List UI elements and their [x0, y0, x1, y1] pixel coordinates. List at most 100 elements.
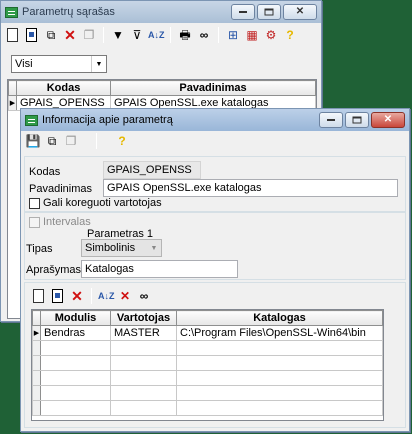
- close-icon: ✕: [383, 114, 393, 125]
- binoculars-icon[interactable]: ∞: [196, 27, 212, 43]
- empty-cell: [176, 355, 383, 371]
- copy-icon[interactable]: ⧉: [43, 27, 59, 43]
- directories-grid: Modulis Vartotojas Katalogas ▶ Bendras M…: [31, 309, 384, 421]
- sort-az-icon[interactable]: A↓Z: [148, 27, 165, 43]
- directories-toolbar: ✕ A↓Z ✕ ∞: [31, 286, 152, 306]
- window-app-icon: [5, 6, 18, 18]
- empty-cell: [110, 370, 177, 386]
- column-header-pavadinimas[interactable]: Pavadinimas: [110, 80, 316, 96]
- empty-cell: [40, 385, 111, 401]
- aprasymas-label: Aprašymas: [26, 264, 82, 276]
- table-icon[interactable]: ▦: [244, 27, 260, 43]
- copy-icon[interactable]: ⧉: [44, 133, 60, 149]
- parameter-info-title: Informacija apie parametrą: [42, 114, 173, 126]
- parameter-info-titlebar[interactable]: Informacija apie parametrą ✕: [21, 109, 409, 131]
- column-header-katalogas[interactable]: Katalogas: [176, 310, 383, 326]
- filter-clear-icon[interactable]: ⊽: [129, 27, 145, 43]
- empty-cell: [40, 340, 111, 356]
- empty-cell: [110, 340, 177, 356]
- editable-checkbox[interactable]: [29, 198, 40, 209]
- tree-icon[interactable]: ⊞: [225, 27, 241, 43]
- minimize-button[interactable]: [231, 4, 255, 20]
- edit-doc-icon[interactable]: [24, 27, 40, 43]
- save-icon[interactable]: 💾: [25, 133, 41, 149]
- empty-cell: [176, 370, 383, 386]
- parameter-info-toolbar: 💾 ⧉ ❐ ?: [21, 131, 409, 151]
- column-header-vartotojas[interactable]: Vartotojas: [110, 310, 177, 326]
- close-button[interactable]: ✕: [371, 112, 405, 128]
- aprasymas-field[interactable]: Katalogas: [81, 260, 238, 278]
- new-doc-icon[interactable]: [5, 27, 21, 43]
- cell-vartotojas[interactable]: MASTER: [110, 325, 177, 341]
- row-indicator: [32, 340, 41, 356]
- minimize-icon: [327, 119, 335, 121]
- filter-select-value: Visi: [15, 58, 33, 70]
- table-row: [32, 340, 383, 356]
- empty-cell: [176, 385, 383, 401]
- settings-icon[interactable]: ⚙: [263, 27, 279, 43]
- cell-katalogas[interactable]: C:\Program Files\OpenSSL-Win64\bin: [176, 325, 383, 341]
- table-row: [32, 400, 383, 416]
- minimize-button[interactable]: [319, 112, 343, 128]
- window-app-icon: [25, 114, 38, 126]
- kodas-field[interactable]: GPAIS_OPENSS: [103, 161, 201, 179]
- intervalas-label: Intervalas: [43, 216, 91, 228]
- pavadinimas-label: Pavadinimas: [29, 183, 92, 195]
- chevron-down-icon: ▼: [150, 244, 158, 252]
- row-indicator: [32, 355, 41, 371]
- maximize-icon: [264, 8, 274, 16]
- empty-cell: [110, 385, 177, 401]
- empty-cell: [110, 400, 177, 416]
- row-indicator-header: [32, 310, 41, 326]
- current-row-indicator-icon: ▶: [8, 95, 17, 111]
- parameter-info-window: Informacija apie parametrą ✕ 💾 ⧉ ❐ ? Kod…: [20, 108, 410, 432]
- filter-select[interactable]: Visi ▼: [11, 55, 107, 73]
- delete-icon[interactable]: ✕: [69, 288, 85, 304]
- table-row: [32, 370, 383, 386]
- filter-icon[interactable]: ▼: [110, 27, 126, 43]
- row-indicator: [32, 370, 41, 386]
- table-row: [32, 355, 383, 371]
- tipas-select[interactable]: Simbolinis ▼: [81, 239, 162, 257]
- empty-cell: [176, 400, 383, 416]
- row-indicator-header: [8, 80, 17, 96]
- pavadinimas-field[interactable]: GPAIS OpenSSL.exe katalogas: [103, 179, 398, 197]
- parameter-list-toolbar: ⧉ ✕ ❐ ▼ ⊽ A↓Z 🖶 ∞ ⊞ ▦ ⚙ ?: [1, 23, 321, 47]
- table-row[interactable]: ▶ Bendras MASTER C:\Program Files\OpenSS…: [32, 325, 383, 341]
- column-header-kodas[interactable]: Kodas: [16, 80, 111, 96]
- sort-clear-icon[interactable]: ✕: [117, 288, 133, 304]
- delete-icon[interactable]: ✕: [62, 27, 78, 43]
- printer-icon[interactable]: 🖶: [177, 27, 193, 43]
- current-row-indicator-icon: ▶: [32, 325, 41, 341]
- row-indicator: [32, 385, 41, 401]
- column-header-modulis[interactable]: Modulis: [40, 310, 111, 326]
- minimize-icon: [239, 11, 247, 13]
- duplicate-icon[interactable]: ❐: [81, 27, 97, 43]
- parameter-list-titlebar[interactable]: Parametrų sąrašas ✕: [1, 1, 321, 23]
- chevron-down-icon: ▼: [91, 56, 106, 72]
- maximize-button[interactable]: [257, 4, 281, 20]
- empty-cell: [110, 355, 177, 371]
- cell-modulis[interactable]: Bendras: [40, 325, 111, 341]
- kodas-label: Kodas: [29, 166, 61, 178]
- maximize-icon: [352, 116, 362, 124]
- close-button[interactable]: ✕: [283, 4, 317, 20]
- binoculars-icon[interactable]: ∞: [136, 288, 152, 304]
- empty-cell: [176, 340, 383, 356]
- empty-cell: [40, 400, 111, 416]
- empty-cell: [40, 370, 111, 386]
- intervalas-checkbox[interactable]: [29, 217, 40, 228]
- close-icon: ✕: [295, 6, 305, 17]
- edit-doc-icon[interactable]: [50, 288, 66, 304]
- help-icon[interactable]: ?: [282, 27, 298, 43]
- help-icon[interactable]: ?: [114, 133, 130, 149]
- duplicate-icon[interactable]: ❐: [63, 133, 79, 149]
- new-doc-icon[interactable]: [31, 288, 47, 304]
- empty-cell: [40, 355, 111, 371]
- sort-az-icon[interactable]: A↓Z: [98, 288, 115, 304]
- tipas-label: Tipas: [26, 243, 53, 255]
- parameter-list-title: Parametrų sąrašas: [22, 6, 115, 18]
- maximize-button[interactable]: [345, 112, 369, 128]
- editable-checkbox-label: Gali koreguoti vartotojas: [43, 197, 162, 209]
- tipas-select-value: Simbolinis: [85, 242, 136, 254]
